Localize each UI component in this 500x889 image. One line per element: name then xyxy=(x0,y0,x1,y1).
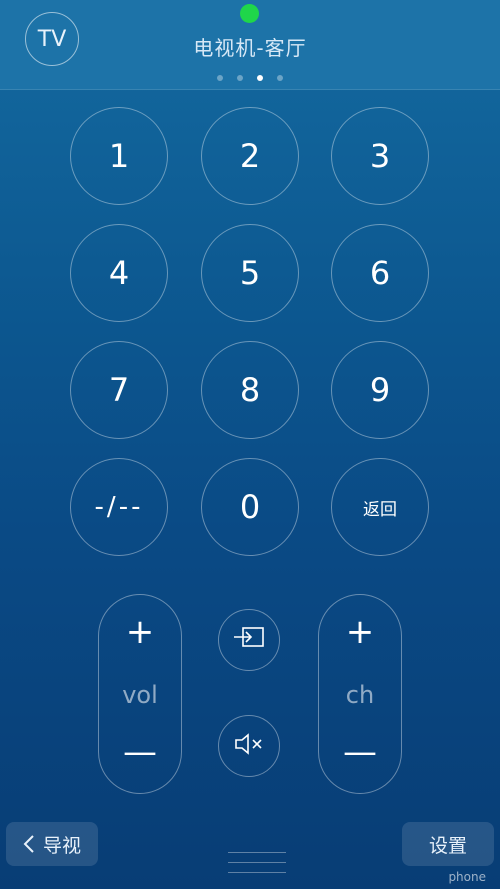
watermark: phone xyxy=(448,870,486,884)
key-4[interactable]: 4 xyxy=(70,224,168,322)
back-key[interactable]: 返回 xyxy=(331,458,429,556)
channel-up-button[interactable]: + xyxy=(319,615,401,649)
page-dot[interactable] xyxy=(277,75,283,81)
mute-icon xyxy=(231,732,267,760)
channel-label: ch xyxy=(345,681,375,709)
page-dot[interactable] xyxy=(237,75,243,81)
key-3[interactable]: 3 xyxy=(331,107,429,205)
chevron-left-icon xyxy=(23,834,35,854)
key-5[interactable]: 5 xyxy=(201,224,299,322)
guide-label: 导视 xyxy=(42,834,81,857)
key-7[interactable]: 7 xyxy=(70,341,168,439)
volume-up-button[interactable]: + xyxy=(99,615,181,649)
volume-label: vol xyxy=(122,681,158,709)
key-1[interactable]: 1 xyxy=(70,107,168,205)
page-dot[interactable] xyxy=(217,75,223,81)
drawer-handle[interactable] xyxy=(228,852,286,853)
mute-button[interactable] xyxy=(218,715,280,777)
drawer-handle-line xyxy=(228,872,286,873)
device-title: 电视机-客厅 xyxy=(193,36,307,60)
key-6[interactable]: 6 xyxy=(331,224,429,322)
key-0[interactable]: 0 xyxy=(201,458,299,556)
input-source-icon xyxy=(231,626,267,654)
guide-button[interactable]: 导视 xyxy=(6,822,98,866)
digit-toggle-key[interactable]: -/-- xyxy=(70,458,168,556)
settings-label: 设置 xyxy=(428,834,467,857)
input-source-button[interactable] xyxy=(218,609,280,671)
channel-control: + ch — xyxy=(318,594,402,794)
connection-status-indicator xyxy=(240,4,259,23)
volume-control: + vol — xyxy=(98,594,182,794)
page-indicator xyxy=(0,75,500,81)
key-8[interactable]: 8 xyxy=(201,341,299,439)
drawer-handle-line xyxy=(228,862,286,863)
page-dot-active[interactable] xyxy=(257,75,263,81)
volume-down-button[interactable]: — xyxy=(99,735,181,769)
channel-down-button[interactable]: — xyxy=(319,735,401,769)
key-9[interactable]: 9 xyxy=(331,341,429,439)
header-bar: TV 电视机-客厅 xyxy=(0,0,500,90)
key-2[interactable]: 2 xyxy=(201,107,299,205)
settings-button[interactable]: 设置 xyxy=(402,822,494,866)
